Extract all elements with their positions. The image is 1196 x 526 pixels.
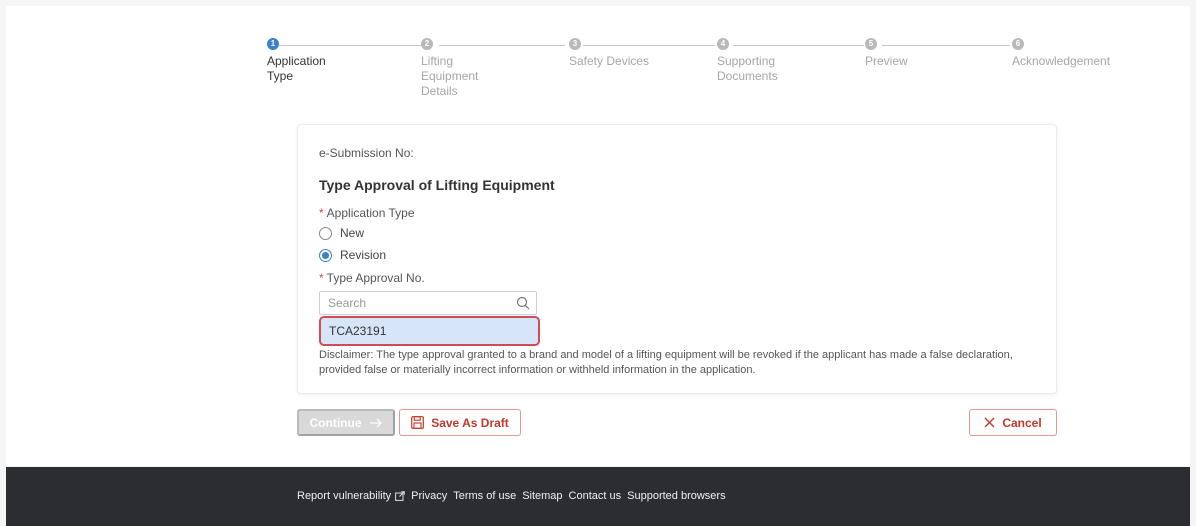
continue-label: Continue — [309, 415, 362, 430]
step-preview[interactable]: 5 Preview — [865, 38, 955, 69]
footer-link-privacy[interactable]: Privacy — [411, 490, 447, 502]
radio-revision[interactable]: Revision — [319, 248, 386, 262]
footer-link-report-vulnerability[interactable]: Report vulnerability — [297, 490, 405, 502]
step-number: 2 — [421, 38, 433, 50]
step-number: 3 — [569, 38, 581, 50]
step-label: Application Type — [267, 54, 326, 83]
arrow-right-icon — [369, 418, 382, 427]
site-footer: Report vulnerability Privacy Terms of us… — [6, 467, 1190, 526]
step-label: Lifting Equipment Details — [421, 54, 479, 98]
step-application-type[interactable]: 1 Application Type — [267, 38, 337, 84]
progress-stepper: 1 Application Type 2 Lifting Equipment D… — [0, 38, 1196, 128]
radio-revision-circle[interactable] — [319, 248, 332, 262]
close-icon — [984, 417, 995, 428]
step-number: 6 — [1012, 38, 1024, 50]
type-approval-label: * Type Approval No. — [319, 271, 425, 285]
save-as-draft-button[interactable]: Save As Draft — [399, 409, 521, 436]
save-icon — [411, 416, 425, 429]
type-approval-search[interactable] — [319, 291, 537, 315]
step-label: Preview — [865, 54, 908, 68]
footer-link-sitemap[interactable]: Sitemap — [522, 490, 562, 502]
submission-number-label: e-Submission No: — [319, 146, 414, 160]
dropdown-option-tca23191[interactable]: TCA23191 — [319, 316, 540, 346]
step-label: Safety Devices — [569, 54, 650, 68]
step-acknowledgement[interactable]: 6 Acknowledgement — [1012, 38, 1112, 69]
footer-link-terms-of-use[interactable]: Terms of use — [453, 490, 516, 502]
save-as-draft-label: Save As Draft — [431, 415, 509, 430]
cancel-button[interactable]: Cancel — [969, 409, 1057, 436]
step-safety-devices[interactable]: 3 Safety Devices — [569, 38, 659, 69]
form-title: Type Approval of Lifting Equipment — [319, 177, 555, 193]
type-approval-search-input[interactable] — [320, 292, 510, 314]
footer-link-label: Report vulnerability — [297, 490, 392, 502]
cancel-label: Cancel — [1002, 415, 1042, 430]
radio-revision-label: Revision — [340, 248, 387, 262]
continue-button[interactable]: Continue — [297, 409, 395, 436]
required-mark: * — [319, 271, 324, 285]
step-supporting-documents[interactable]: 4 Supporting Documents — [717, 38, 787, 84]
required-mark: * — [319, 206, 324, 220]
step-number: 4 — [717, 38, 729, 50]
radio-new[interactable]: New — [319, 226, 364, 240]
application-form-card: e-Submission No: Type Approval of Liftin… — [297, 124, 1057, 394]
step-label: Acknowledgement — [1012, 54, 1111, 68]
radio-new-label: New — [340, 226, 365, 240]
application-type-label: * Application Type — [319, 206, 415, 220]
step-number: 1 — [267, 38, 279, 50]
step-label: Supporting Documents — [717, 54, 778, 83]
footer-link-contact-us[interactable]: Contact us — [569, 490, 622, 502]
step-number: 5 — [865, 38, 877, 50]
step-lifting-equipment-details[interactable]: 2 Lifting Equipment Details — [421, 38, 491, 99]
radio-new-circle[interactable] — [319, 226, 332, 240]
footer-link-supported-browsers[interactable]: Supported browsers — [627, 490, 725, 502]
external-link-icon — [395, 491, 405, 501]
type-approval-text: Type Approval No. — [326, 271, 425, 285]
search-icon[interactable] — [516, 296, 530, 310]
application-type-text: Application Type — [326, 206, 415, 220]
disclaimer-text: Disclaimer: The type approval granted to… — [319, 349, 1013, 376]
footer-links: Report vulnerability Privacy Terms of us… — [297, 490, 726, 502]
